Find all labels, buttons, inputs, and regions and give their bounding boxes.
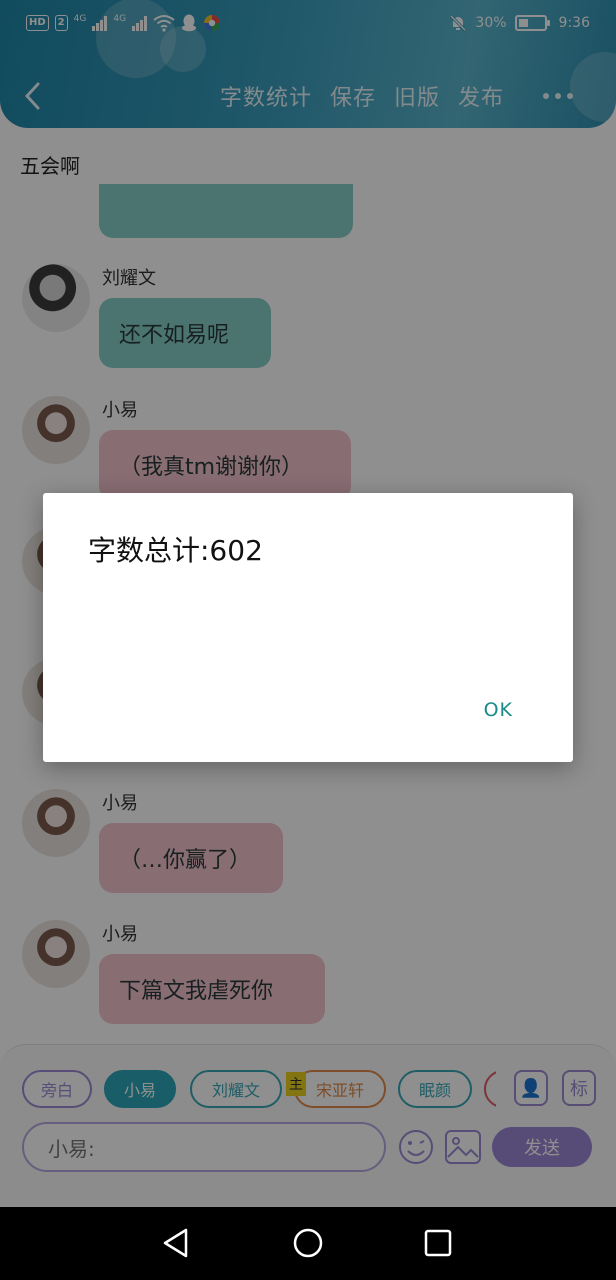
nav-back-icon[interactable] xyxy=(160,1226,192,1260)
ok-button[interactable]: OK xyxy=(484,699,513,721)
nav-recent-icon[interactable] xyxy=(424,1229,452,1257)
dialog-message: 字数总计:602 xyxy=(88,534,263,567)
nav-home-icon[interactable] xyxy=(292,1227,324,1259)
word-count-dialog: 字数总计:602 OK xyxy=(43,493,573,762)
